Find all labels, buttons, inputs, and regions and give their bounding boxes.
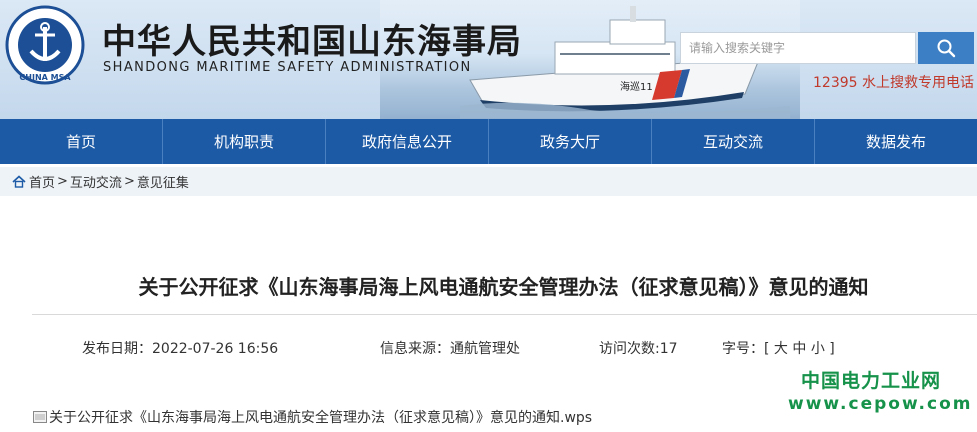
nav-item-interaction[interactable]: 互动交流: [652, 119, 815, 164]
logo-text: CHINA MSA: [19, 73, 71, 82]
main-nav: 首页 机构职责 政府信息公开 政务大厅 互动交流 数据发布: [0, 119, 977, 164]
nav-item-service-hall[interactable]: 政务大厅: [489, 119, 652, 164]
attachment: 关于公开征求《山东海事局海上风电通航安全管理办法（征求意见稿）》意见的通知.wp…: [33, 407, 592, 427]
breadcrumb: 首页 > 互动交流 > 意见征集: [0, 167, 977, 196]
watermark-url: www.cepow.com: [788, 394, 973, 414]
search-input[interactable]: [680, 32, 916, 64]
hotline-label: 水上搜救专用电话: [857, 75, 974, 91]
font-medium-button[interactable]: 中: [792, 341, 806, 357]
hotline: 12395 水上搜救专用电话: [813, 72, 974, 92]
font-size-control: 字号：[ 大 中 小 ]: [722, 338, 835, 358]
site-title: 中华人民共和国山东海事局: [102, 22, 522, 62]
visit-count: 访问次数:17: [599, 341, 678, 357]
nav-item-home[interactable]: 首页: [0, 119, 163, 164]
breadcrumb-separator: >: [57, 174, 68, 189]
nav-item-duties[interactable]: 机构职责: [163, 119, 326, 164]
nav-item-data[interactable]: 数据发布: [815, 119, 977, 164]
search-icon: [937, 39, 956, 58]
nav-item-gov-info[interactable]: 政府信息公开: [326, 119, 489, 164]
ship-text: 海巡11: [620, 80, 653, 93]
info-source: 信息来源：通航管理处: [380, 341, 520, 357]
font-size-label: 字号：[: [722, 341, 770, 357]
site-subtitle: SHANDONG MARITIME SAFETY ADMINISTRATION: [103, 60, 472, 75]
article-title: 关于公开征求《山东海事局海上风电通航安全管理办法（征求意见稿）》意见的通知: [138, 275, 869, 299]
china-msa-logo[interactable]: CHINA MSA: [5, 5, 85, 85]
home-icon: [12, 175, 26, 188]
site-header: CHINA MSA 中华人民共和国山东海事局 SHANDONG MARITIME…: [0, 0, 977, 119]
wps-file-icon: [33, 411, 47, 423]
title-divider: [32, 314, 977, 315]
font-large-button[interactable]: 大: [774, 341, 788, 357]
font-size-close: ]: [829, 341, 835, 357]
breadcrumb-separator: >: [123, 174, 135, 189]
watermark-cn: 中国电力工业网: [801, 370, 942, 392]
publish-date: 发布日期：2022-07-26 16:56: [82, 341, 279, 357]
search-button[interactable]: [918, 32, 974, 64]
attachment-link[interactable]: 关于公开征求《山东海事局海上风电通航安全管理办法（征求意见稿）》意见的通知.wp…: [49, 407, 592, 427]
hotline-number: 12395: [813, 75, 858, 91]
breadcrumb-level1[interactable]: 互动交流: [70, 172, 122, 191]
breadcrumb-home[interactable]: 首页: [29, 172, 55, 191]
breadcrumb-level2[interactable]: 意见征集: [137, 172, 189, 191]
font-small-button[interactable]: 小: [811, 341, 825, 357]
